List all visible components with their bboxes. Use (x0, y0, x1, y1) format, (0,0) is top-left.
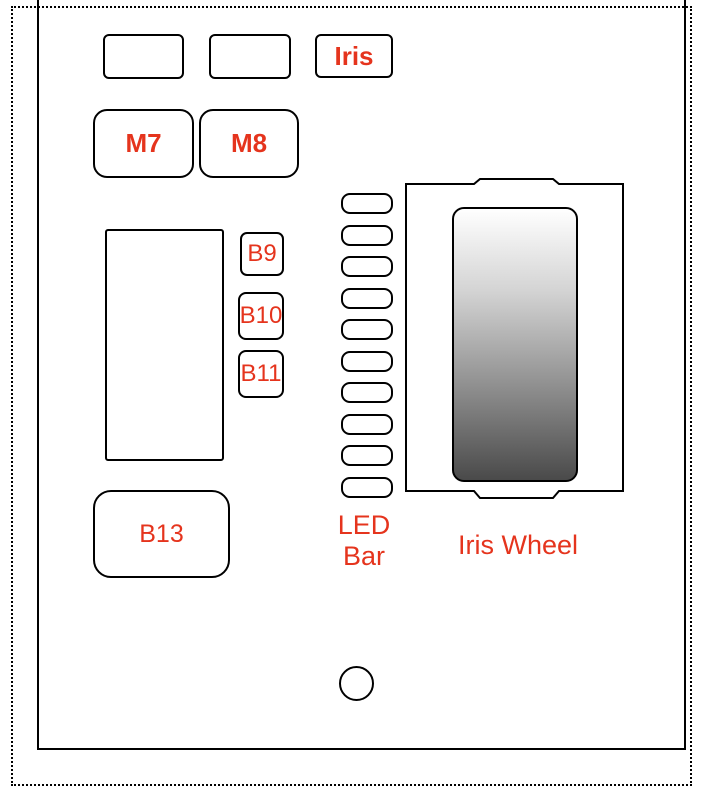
led-segment (341, 382, 393, 403)
panel-frame-right (684, 0, 686, 750)
panel-frame-bottom (37, 748, 686, 750)
led-segment (341, 350, 393, 372)
b13-button-label: B13 (139, 519, 184, 548)
led-segment (341, 256, 393, 277)
led-segment (341, 193, 393, 214)
iris-button[interactable]: Iris (315, 34, 393, 78)
led-segment (341, 445, 393, 466)
m8-button[interactable]: M8 (199, 109, 299, 178)
b11-button[interactable]: B11 (238, 350, 284, 398)
led-segment (341, 319, 393, 340)
iris-wheel[interactable] (452, 207, 578, 482)
b9-button-label: B9 (247, 240, 277, 267)
iris-button-label: Iris (334, 40, 374, 71)
top-blank-button-2[interactable] (209, 34, 291, 79)
m8-button-label: M8 (230, 128, 268, 158)
led-segment (341, 287, 393, 309)
b11-button-label: B11 (240, 360, 282, 387)
led-bar-label: LED Bar (322, 510, 406, 572)
panel-frame-left (37, 0, 39, 750)
m7-button[interactable]: M7 (93, 109, 194, 178)
m7-button-label: M7 (125, 128, 162, 158)
b10-button-label: B10 (239, 302, 283, 329)
iris-wheel-label: Iris Wheel (457, 530, 579, 560)
led-segment (341, 476, 393, 498)
b9-button[interactable]: B9 (240, 232, 284, 276)
top-blank-button-1[interactable] (103, 34, 184, 79)
led-segment (341, 224, 393, 246)
b13-button[interactable]: B13 (93, 490, 230, 578)
led-bar-label-line2: Bar (342, 541, 386, 572)
led-bar-label-line1: LED (337, 510, 391, 540)
round-knob[interactable] (339, 666, 374, 701)
display-panel (105, 229, 224, 461)
b10-button[interactable]: B10 (238, 292, 284, 340)
led-segment (341, 413, 393, 435)
